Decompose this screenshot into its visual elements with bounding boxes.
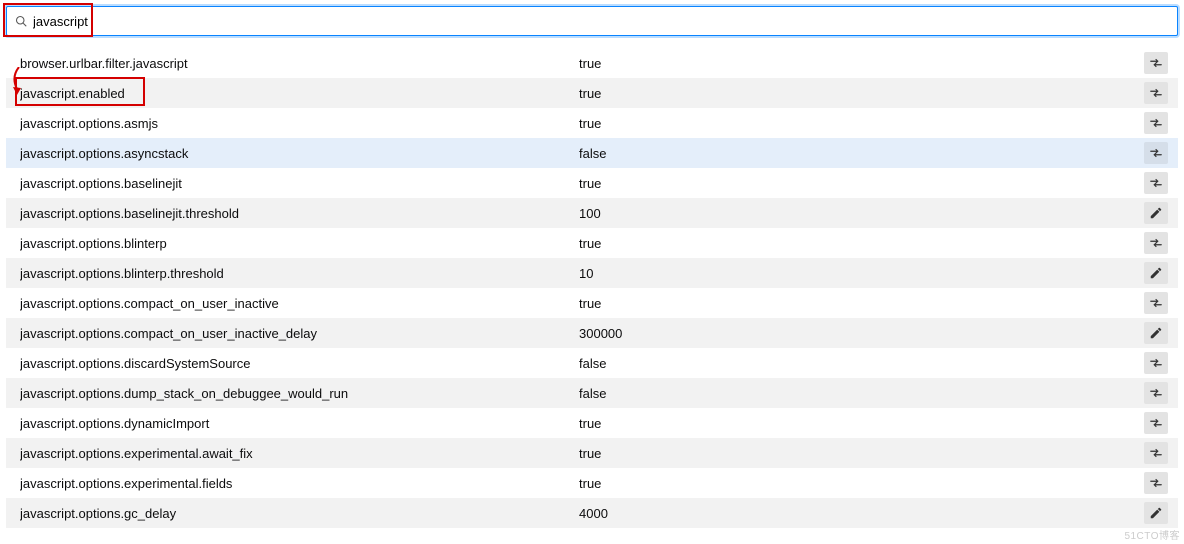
pref-value: true <box>579 446 1144 461</box>
pref-name: javascript.options.gc_delay <box>20 506 579 521</box>
toggle-button[interactable] <box>1144 382 1168 404</box>
toggle-button[interactable] <box>1144 82 1168 104</box>
pref-value: false <box>579 356 1144 371</box>
pref-row[interactable]: javascript.options.blinterptrue <box>6 228 1178 258</box>
toggle-icon <box>1149 446 1163 460</box>
toggle-icon <box>1149 146 1163 160</box>
pref-name: javascript.options.compact_on_user_inact… <box>20 326 579 341</box>
pref-row[interactable]: javascript.options.experimental.await_fi… <box>6 438 1178 468</box>
pref-name: javascript.options.asyncstack <box>20 146 579 161</box>
edit-button[interactable] <box>1144 262 1168 284</box>
pref-row[interactable]: javascript.enabledtrue <box>6 78 1178 108</box>
pref-name: browser.urlbar.filter.javascript <box>20 56 579 71</box>
pref-row[interactable]: javascript.options.asyncstackfalse <box>6 138 1178 168</box>
pref-row[interactable]: javascript.options.baselinejit.threshold… <box>6 198 1178 228</box>
toggle-icon <box>1149 416 1163 430</box>
toggle-button[interactable] <box>1144 412 1168 434</box>
search-bar[interactable] <box>6 6 1178 36</box>
pref-row[interactable]: javascript.options.compact_on_user_inact… <box>6 288 1178 318</box>
toggle-button[interactable] <box>1144 352 1168 374</box>
pref-name: javascript.options.blinterp <box>20 236 579 251</box>
toggle-button[interactable] <box>1144 112 1168 134</box>
toggle-button[interactable] <box>1144 442 1168 464</box>
toggle-icon <box>1149 476 1163 490</box>
toggle-button[interactable] <box>1144 472 1168 494</box>
pref-row[interactable]: javascript.options.experimental.fieldstr… <box>6 468 1178 498</box>
pref-value: 300000 <box>579 326 1144 341</box>
pref-value: true <box>579 416 1144 431</box>
pref-value: false <box>579 386 1144 401</box>
pref-value: false <box>579 146 1144 161</box>
toggle-icon <box>1149 86 1163 100</box>
edit-button[interactable] <box>1144 502 1168 524</box>
toggle-icon <box>1149 236 1163 250</box>
pref-name: javascript.enabled <box>20 86 579 101</box>
search-input[interactable] <box>33 7 1169 35</box>
pref-name: javascript.options.compact_on_user_inact… <box>20 296 579 311</box>
pref-value: 4000 <box>579 506 1144 521</box>
pref-name: javascript.options.experimental.fields <box>20 476 579 491</box>
search-icon <box>15 15 27 27</box>
pref-name: javascript.options.dump_stack_on_debugge… <box>20 386 579 401</box>
pref-value: true <box>579 176 1144 191</box>
pref-row[interactable]: javascript.options.discardSystemSourcefa… <box>6 348 1178 378</box>
pref-name: javascript.options.baselinejit <box>20 176 579 191</box>
toggle-icon <box>1149 356 1163 370</box>
pref-name: javascript.options.blinterp.threshold <box>20 266 579 281</box>
pref-row[interactable]: javascript.options.baselinejittrue <box>6 168 1178 198</box>
pref-value: true <box>579 296 1144 311</box>
edit-icon <box>1149 506 1163 520</box>
toggle-icon <box>1149 296 1163 310</box>
toggle-icon <box>1149 176 1163 190</box>
pref-row[interactable]: javascript.options.blinterp.threshold10 <box>6 258 1178 288</box>
pref-value: true <box>579 86 1144 101</box>
pref-row[interactable]: javascript.options.asmjstrue <box>6 108 1178 138</box>
toggle-button[interactable] <box>1144 172 1168 194</box>
pref-name: javascript.options.asmjs <box>20 116 579 131</box>
pref-row[interactable]: javascript.options.gc_delay4000 <box>6 498 1178 528</box>
pref-value: true <box>579 236 1144 251</box>
edit-icon <box>1149 206 1163 220</box>
pref-name: javascript.options.dynamicImport <box>20 416 579 431</box>
pref-value: true <box>579 116 1144 131</box>
pref-row[interactable]: javascript.options.dump_stack_on_debugge… <box>6 378 1178 408</box>
toggle-button[interactable] <box>1144 232 1168 254</box>
pref-row[interactable]: browser.urlbar.filter.javascripttrue <box>6 48 1178 78</box>
edit-button[interactable] <box>1144 202 1168 224</box>
preferences-list: browser.urlbar.filter.javascripttruejava… <box>6 48 1178 528</box>
pref-value: true <box>579 56 1144 71</box>
toggle-icon <box>1149 56 1163 70</box>
edit-button[interactable] <box>1144 322 1168 344</box>
pref-row[interactable]: javascript.options.compact_on_user_inact… <box>6 318 1178 348</box>
toggle-button[interactable] <box>1144 142 1168 164</box>
edit-icon <box>1149 326 1163 340</box>
pref-name: javascript.options.experimental.await_fi… <box>20 446 579 461</box>
pref-name: javascript.options.discardSystemSource <box>20 356 579 371</box>
pref-value: 10 <box>579 266 1144 281</box>
toggle-button[interactable] <box>1144 292 1168 314</box>
toggle-icon <box>1149 116 1163 130</box>
pref-value: 100 <box>579 206 1144 221</box>
pref-value: true <box>579 476 1144 491</box>
watermark: 51CTO博客 <box>1124 527 1180 542</box>
pref-name: javascript.options.baselinejit.threshold <box>20 206 579 221</box>
pref-row[interactable]: javascript.options.dynamicImporttrue <box>6 408 1178 438</box>
toggle-button[interactable] <box>1144 52 1168 74</box>
edit-icon <box>1149 266 1163 280</box>
toggle-icon <box>1149 386 1163 400</box>
